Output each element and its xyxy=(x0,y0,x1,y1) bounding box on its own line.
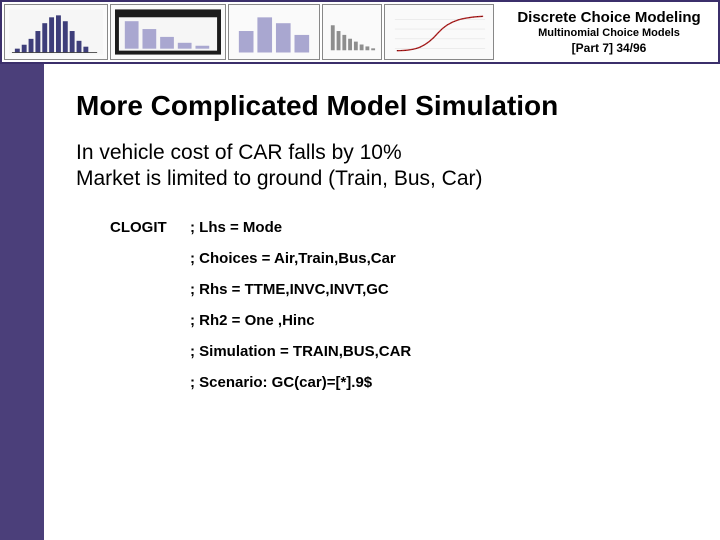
slide-counter: [Part 7] 34/96 xyxy=(572,41,647,55)
para-line2: Market is limited to ground (Train, Bus,… xyxy=(76,167,483,190)
thumb-scurve xyxy=(384,4,494,60)
code-row: ; Simulation = TRAIN,BUS,CAR xyxy=(110,343,692,360)
code-row: ; Rhs = TTME,INVC,INVT,GC xyxy=(110,281,692,298)
slide-content: More Complicated Model Simulation In veh… xyxy=(44,64,720,540)
code-command: CLOGIT xyxy=(110,219,190,236)
header-titles: Discrete Choice Modeling Multinomial Cho… xyxy=(500,2,718,62)
code-line: ; Rh2 = One ,Hinc xyxy=(190,312,692,329)
code-row: ; Choices = Air,Train,Bus,Car xyxy=(110,250,692,267)
code-row: ; Scenario: GC(car)=[*].9$ xyxy=(110,374,692,391)
code-row: ; Rh2 = One ,Hinc xyxy=(110,312,692,329)
code-command-blank xyxy=(110,250,190,267)
course-subtitle: Multinomial Choice Models xyxy=(538,27,680,39)
code-block: CLOGIT ; Lhs = Mode ; Choices = Air,Trai… xyxy=(110,219,692,391)
code-line: ; Rhs = TTME,INVC,INVT,GC xyxy=(190,281,692,298)
code-command-blank xyxy=(110,312,190,329)
code-command-blank xyxy=(110,281,190,298)
code-command-blank xyxy=(110,374,190,391)
para-line1: In vehicle cost of CAR falls by 10% xyxy=(76,141,402,164)
thumb-smallbars xyxy=(322,4,382,60)
slide-paragraph: In vehicle cost of CAR falls by 10% Mark… xyxy=(76,140,692,193)
code-row: CLOGIT ; Lhs = Mode xyxy=(110,219,692,236)
code-line: ; Lhs = Mode xyxy=(190,219,692,236)
thumb-bigbars xyxy=(228,4,320,60)
thumb-paretobars xyxy=(110,4,226,60)
code-line: ; Choices = Air,Train,Bus,Car xyxy=(190,250,692,267)
code-line: ; Scenario: GC(car)=[*].9$ xyxy=(190,374,692,391)
slide-heading: More Complicated Model Simulation xyxy=(76,90,692,122)
code-command-blank xyxy=(110,343,190,360)
header-thumbnails xyxy=(2,2,500,62)
header-strip: Discrete Choice Modeling Multinomial Cho… xyxy=(0,0,720,64)
course-title: Discrete Choice Modeling xyxy=(517,9,700,26)
left-purple-sidebar xyxy=(0,64,44,540)
code-line: ; Simulation = TRAIN,BUS,CAR xyxy=(190,343,692,360)
thumb-histogram xyxy=(4,4,108,60)
